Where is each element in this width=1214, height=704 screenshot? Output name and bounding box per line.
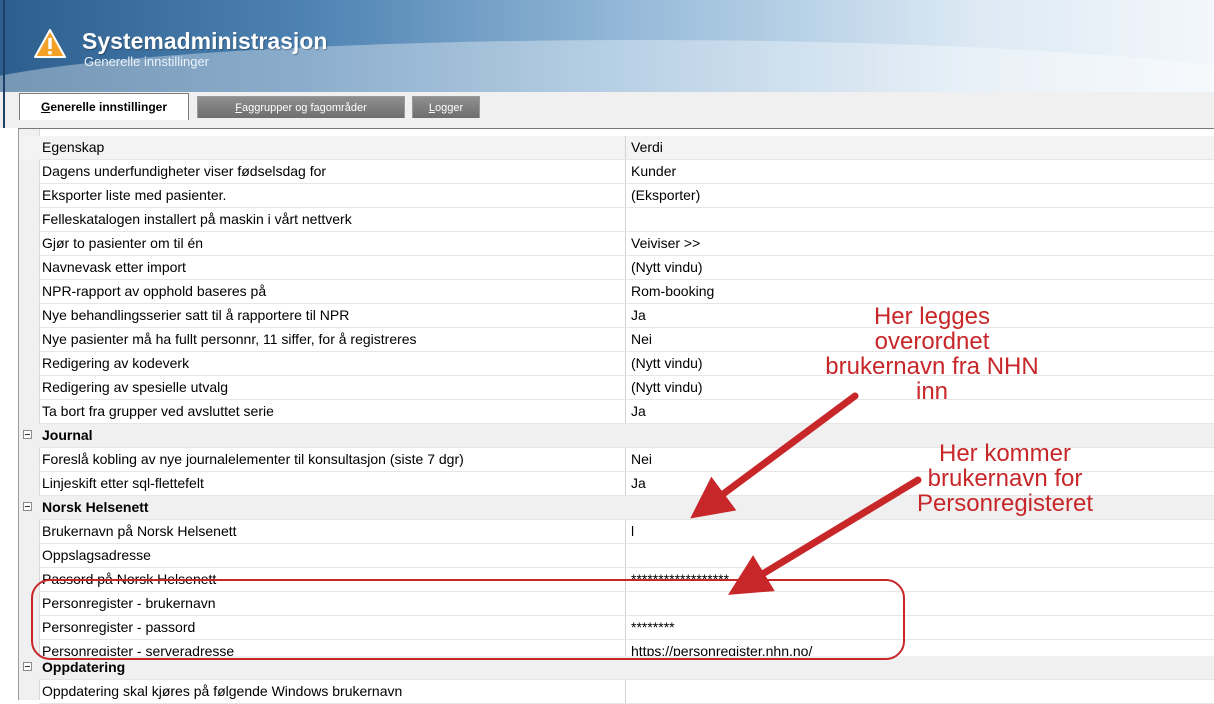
tab-faggrupper[interactable]: Faggrupper og fagområder: [197, 96, 405, 118]
category-label: Journal: [42, 427, 93, 443]
property-name: Personregister - brukernavn: [42, 595, 216, 611]
property-value[interactable]: Ja: [631, 403, 646, 419]
grid-row[interactable]: Oppdatering skal kjøres på følgende Wind…: [19, 680, 1214, 704]
annotation-line: overordnet: [874, 328, 990, 355]
grid-row[interactable]: Passord på Norsk Helsenett **************…: [19, 568, 1214, 592]
property-name: Oppdatering skal kjøres på følgende Wind…: [42, 683, 403, 699]
property-value[interactable]: Veiviser >>: [631, 235, 700, 251]
warning-icon: [34, 29, 66, 58]
property-name: Passord på Norsk Helsenett: [42, 571, 217, 587]
annotation-line: brukernavn fra NHN: [825, 353, 1039, 380]
property-value[interactable]: (Eksporter): [631, 187, 700, 203]
category-label: Oppdatering: [42, 659, 126, 675]
grid-row[interactable]: Personregister - passord ********: [19, 616, 1214, 640]
property-name: Redigering av spesielle utvalg: [42, 379, 228, 395]
property-value[interactable]: l: [631, 523, 634, 539]
property-name: Gjør to pasienter om til én: [42, 235, 204, 251]
annotation-top: Her legges overordnet brukernavn fra NHN…: [762, 304, 1102, 404]
page-title: Systemadministrasjon: [82, 28, 328, 54]
property-value[interactable]: (Nytt vindu): [631, 379, 703, 395]
grid-row[interactable]: Felleskatalogen installert på maskin i v…: [19, 208, 1214, 232]
annotation-line: Her legges: [873, 303, 991, 330]
tab-label: aggrupper og fagområder: [241, 102, 367, 114]
property-name: Personregister - passord: [42, 619, 196, 635]
collapse-icon[interactable]: [23, 662, 32, 671]
collapse-icon[interactable]: [23, 430, 32, 439]
property-name: Eksporter liste med pasienter.: [42, 187, 227, 203]
tab-logger[interactable]: Logger: [412, 96, 480, 118]
property-value[interactable]: Kunder: [631, 163, 676, 179]
grid-row[interactable]: Oppslagsadresse: [19, 544, 1214, 568]
property-name: Dagens underfundigheter viser fødselsdag…: [42, 163, 327, 179]
property-name: Nye behandlingsserier satt til å rapport…: [42, 307, 350, 323]
property-name: Brukernavn på Norsk Helsenett: [42, 523, 237, 539]
page-subtitle: Generelle innstillinger: [84, 54, 210, 69]
property-value[interactable]: Nei: [631, 451, 652, 467]
property-name: Oppslagsadresse: [42, 547, 151, 563]
property-grid: Egenskap Verdi Dagens underfundigheter v…: [18, 128, 1214, 704]
category-label: Norsk Helsenett: [42, 499, 149, 515]
property-value[interactable]: Ja: [631, 475, 646, 491]
column-header-value[interactable]: Verdi: [631, 139, 663, 155]
annotation-bottom: Her kommer brukernavn for Personregister…: [835, 441, 1175, 516]
category-oppdatering[interactable]: Oppdatering: [19, 656, 1214, 680]
property-name: Foreslå kobling av nye journalelementer …: [42, 451, 464, 467]
property-value[interactable]: Rom-booking: [631, 283, 714, 299]
grid-row[interactable]: NPR-rapport av opphold baseres på Rom-boo…: [19, 280, 1214, 304]
grid-row[interactable]: Eksporter liste med pasienter. (Eksporter…: [19, 184, 1214, 208]
property-value[interactable]: (Nytt vindu): [631, 355, 703, 371]
property-name: Linjeskift etter sql-flettefelt: [42, 475, 204, 491]
collapse-icon[interactable]: [23, 502, 32, 511]
property-name: Redigering av kodeverk: [42, 355, 190, 371]
grid-header: Egenskap Verdi: [19, 136, 1214, 160]
annotation-line: Personregisteret: [916, 490, 1094, 517]
annotation-line: brukernavn for: [927, 465, 1083, 492]
tab-mnemonic: F: [235, 102, 242, 114]
grid-row[interactable]: Navnevask etter import (Nytt vindu): [19, 256, 1214, 280]
window-header: Systemadministrasjon Generelle innstilli…: [0, 0, 1214, 92]
grid-row[interactable]: Gjør to pasienter om til én Veiviser >>: [19, 232, 1214, 256]
grid-row[interactable]: Brukernavn på Norsk Helsenett l: [19, 520, 1214, 544]
property-name: Navnevask etter import: [42, 259, 186, 275]
property-name: Ta bort fra grupper ved avsluttet serie: [42, 403, 274, 419]
tabbar-left-border: [3, 92, 5, 128]
grid-row[interactable]: Personregister - brukernavn: [19, 592, 1214, 616]
property-value[interactable]: Ja: [631, 307, 646, 323]
property-value[interactable]: (Nytt vindu): [631, 259, 703, 275]
annotation-line: inn: [915, 378, 949, 405]
tab-mnemonic: G: [40, 100, 51, 114]
property-value[interactable]: ******************: [631, 571, 729, 587]
property-value[interactable]: ********: [631, 619, 675, 635]
property-value[interactable]: Nei: [631, 331, 652, 347]
column-header-property[interactable]: Egenskap: [42, 139, 104, 155]
tab-generelle-innstillinger[interactable]: Generelle innstillinger: [19, 93, 189, 120]
property-name: Felleskatalogen installert på maskin i v…: [42, 211, 352, 227]
annotation-line: Her kommer: [938, 440, 1071, 467]
tab-label: ogger: [434, 102, 464, 114]
property-name: NPR-rapport av opphold baseres på: [42, 283, 267, 299]
grid-row[interactable]: Dagens underfundigheter viser fødselsdag…: [19, 160, 1214, 184]
header-left-border: [3, 0, 5, 92]
tab-label: enerelle innstillinger: [50, 100, 168, 114]
property-name: Nye pasienter må ha fullt personnr, 11 s…: [42, 331, 417, 347]
